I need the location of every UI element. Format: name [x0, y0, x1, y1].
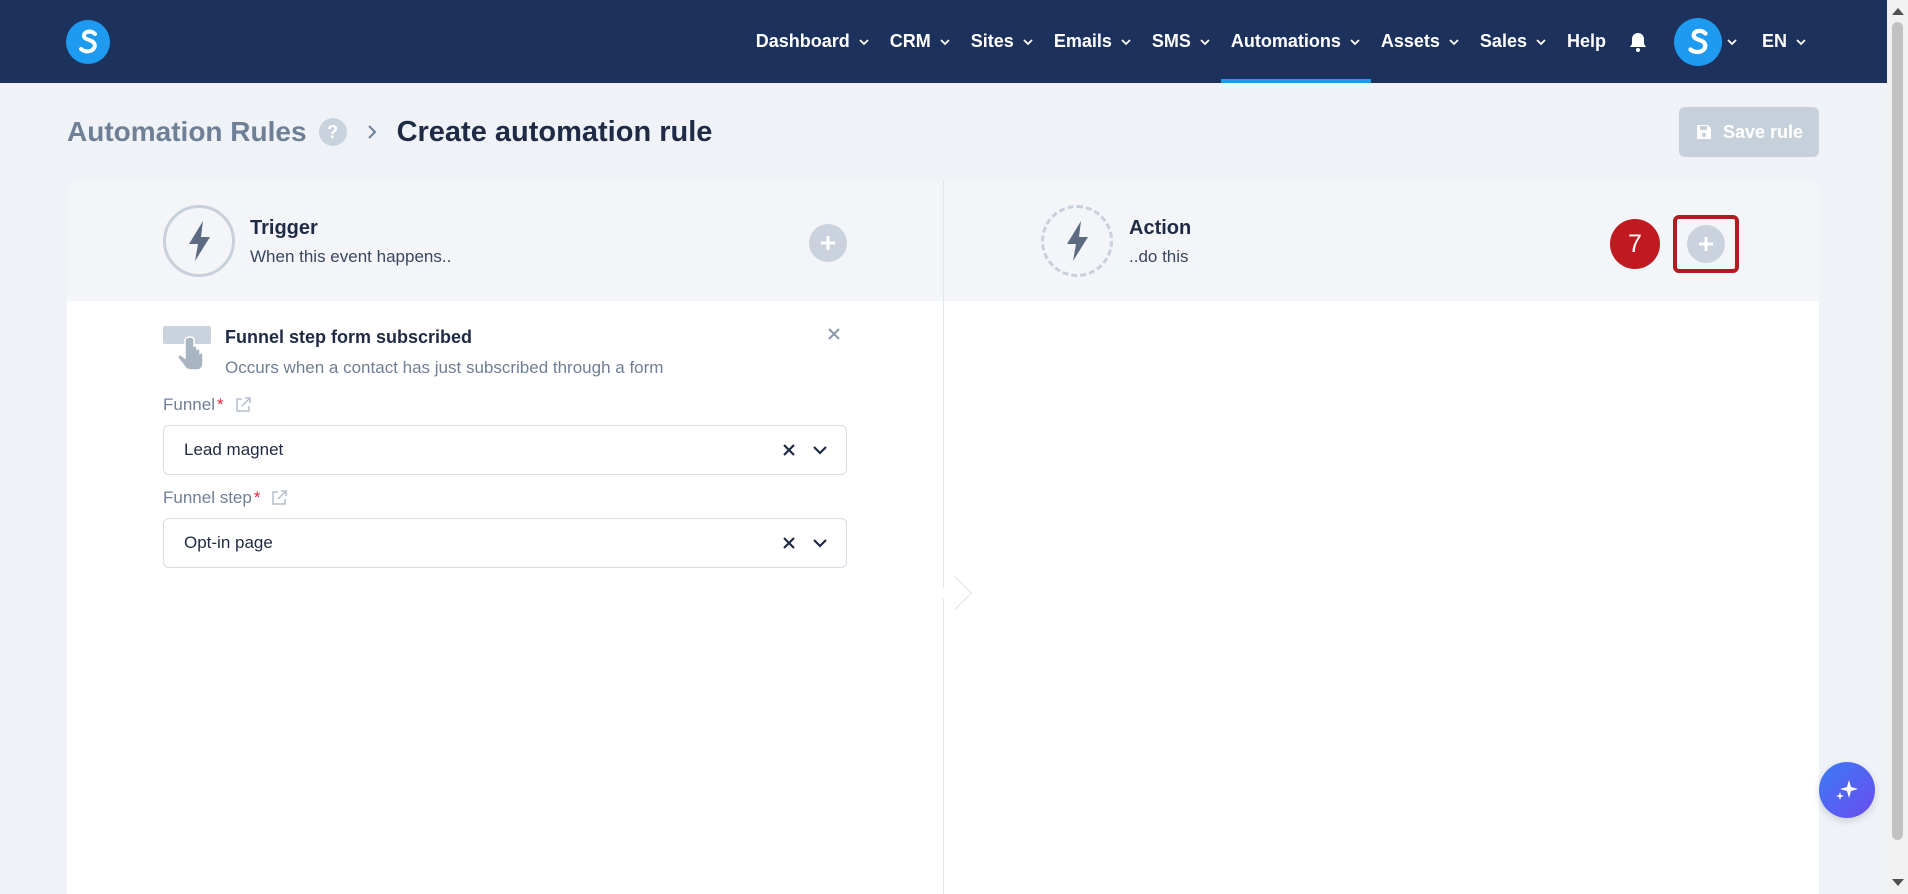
tap-icon	[163, 326, 211, 371]
save-rule-button[interactable]: Save rule	[1679, 107, 1819, 157]
account-menu-toggle[interactable]	[1722, 0, 1742, 83]
scroll-down-arrow[interactable]	[1892, 879, 1904, 886]
nav-label: SMS	[1151, 31, 1191, 51]
language-label: EN	[1761, 31, 1787, 51]
funnel-step-label-text: Funnel step	[163, 488, 252, 507]
breadcrumb: Automation Rules ? Create automation rul…	[67, 112, 712, 152]
chevron-down-icon	[1727, 38, 1737, 45]
nav-label: Sales	[1479, 31, 1527, 51]
bolt-icon	[1041, 205, 1113, 277]
external-link-icon[interactable]	[270, 489, 288, 507]
nav-emails[interactable]: Emails	[1044, 0, 1142, 83]
funnel-select[interactable]: Lead magnet	[163, 425, 847, 475]
nav-sites[interactable]: Sites	[961, 0, 1044, 83]
nav-label: Automations	[1230, 31, 1341, 51]
trigger-subtitle: When this event happens..	[250, 247, 452, 266]
nav-label: Assets	[1380, 31, 1440, 51]
language-selector[interactable]: EN	[1752, 0, 1817, 83]
required-mark: *	[216, 395, 224, 414]
trigger-title: Trigger	[250, 217, 318, 239]
nav-label: Sites	[970, 31, 1014, 51]
funnel-field-label: Funnel *	[163, 395, 252, 415]
chevron-down-icon	[940, 38, 950, 45]
nav-sales[interactable]: Sales	[1470, 0, 1557, 83]
help-icon[interactable]: ?	[318, 118, 347, 146]
nav-help[interactable]: Help	[1557, 0, 1616, 83]
trigger-event-description: Occurs when a contact has just subscribe…	[225, 358, 664, 377]
plus-icon	[1699, 237, 1713, 251]
nav-assets[interactable]: Assets	[1371, 0, 1470, 83]
sparkle-icon	[1836, 780, 1858, 800]
add-action-button[interactable]	[1687, 225, 1725, 263]
add-trigger-button[interactable]	[809, 224, 847, 262]
ai-assistant-button[interactable]	[1819, 762, 1875, 818]
nav-crm[interactable]: CRM	[880, 0, 961, 83]
bell-icon[interactable]	[1626, 30, 1650, 54]
clear-icon[interactable]	[782, 536, 796, 550]
page-title: Create automation rule	[396, 115, 713, 148]
nav-sms[interactable]: SMS	[1142, 0, 1221, 83]
close-icon[interactable]	[827, 327, 841, 341]
rule-editor-card: Trigger When this event happens.. Action…	[67, 181, 1819, 894]
chevron-down-icon	[1449, 38, 1459, 45]
funnel-step-field-label: Funnel step *	[163, 488, 288, 508]
column-divider	[943, 181, 944, 894]
save-button-label: Save rule	[1722, 121, 1804, 142]
scroll-up-arrow[interactable]	[1892, 8, 1904, 15]
scroll-thumb[interactable]	[1892, 22, 1903, 840]
nav-dashboard[interactable]: Dashboard	[746, 0, 880, 83]
step-number-badge: 7	[1610, 219, 1660, 269]
nav-label: CRM	[889, 31, 931, 51]
clear-icon[interactable]	[782, 443, 796, 457]
trigger-event-title: Funnel step form subscribed	[225, 327, 473, 347]
funnel-label-text: Funnel	[163, 395, 215, 414]
chevron-down-icon	[1536, 38, 1546, 45]
chevron-down-icon	[1200, 38, 1210, 45]
funnel-select-value: Lead magnet	[184, 440, 284, 459]
bolt-icon	[163, 205, 235, 277]
chevron-down-icon	[859, 38, 869, 45]
nav-automations[interactable]: Automations	[1220, 0, 1371, 83]
chevron-down-icon	[1121, 38, 1131, 45]
funnel-step-select[interactable]: Opt-in page	[163, 518, 847, 568]
required-mark: *	[253, 488, 261, 507]
nav-label: Help	[1566, 31, 1606, 51]
action-title: Action	[1129, 217, 1192, 239]
top-navigation: Dashboard CRM Sites Emails SMS Automatio…	[0, 0, 1887, 83]
breadcrumb-parent-link[interactable]: Automation Rules	[67, 116, 307, 148]
nav-label: Emails	[1053, 31, 1112, 51]
page-scrollbar[interactable]	[1887, 0, 1908, 894]
chevron-down-icon	[1350, 38, 1360, 45]
external-link-icon[interactable]	[234, 396, 252, 414]
chevron-down-icon[interactable]	[812, 444, 828, 456]
chevron-down-icon	[1796, 38, 1806, 45]
logo-icon[interactable]	[66, 20, 110, 64]
action-subtitle: ..do this	[1129, 247, 1189, 266]
save-icon	[1696, 125, 1711, 139]
chevron-down-icon	[1023, 38, 1033, 45]
plus-icon	[821, 236, 835, 250]
nav-label: Dashboard	[755, 31, 850, 51]
chevron-down-icon[interactable]	[812, 537, 828, 549]
funnel-step-select-value: Opt-in page	[184, 533, 273, 552]
chevron-right-icon	[367, 125, 376, 139]
main-nav: Dashboard CRM Sites Emails SMS Automatio…	[746, 0, 1817, 83]
avatar-icon[interactable]	[1673, 17, 1722, 66]
